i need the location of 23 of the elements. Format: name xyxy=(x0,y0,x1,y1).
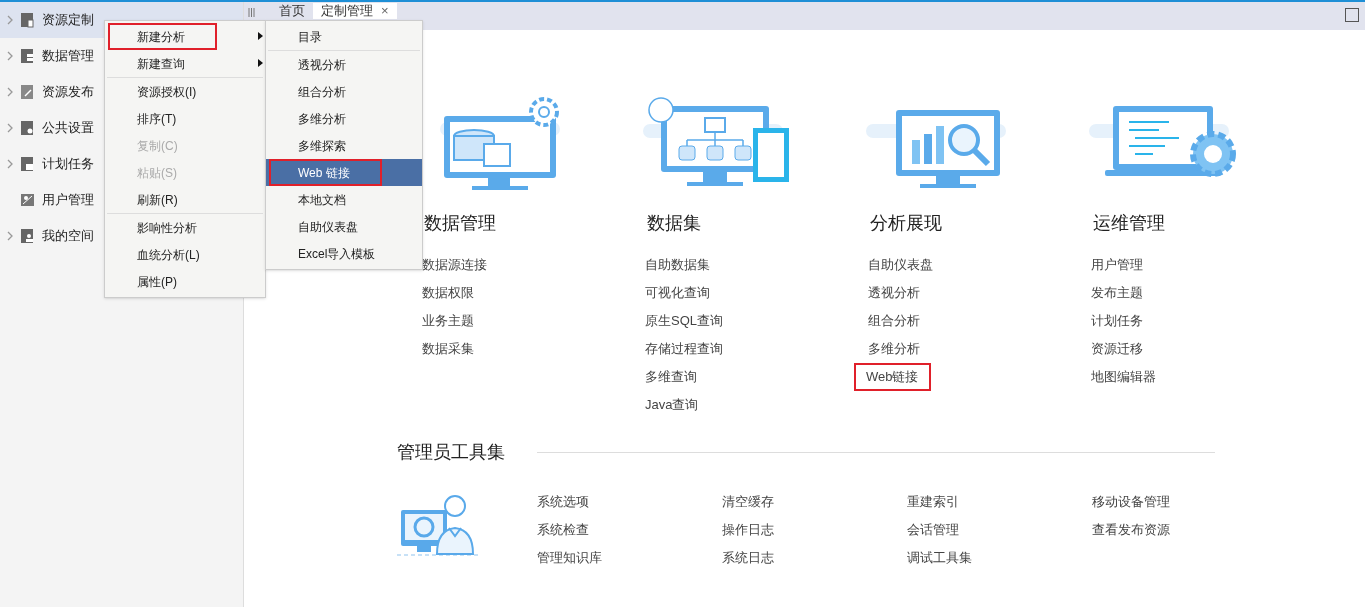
highlight-frame: 血统分析(L) xyxy=(108,241,232,268)
highlight-frame: 影响性分析 xyxy=(108,214,229,241)
section-title: 运维管理 xyxy=(1092,212,1165,235)
highlight-frame: Web 链接 xyxy=(269,159,382,186)
highlight-frame: 本地文档 xyxy=(269,186,378,213)
section-title: 管理员工具集 xyxy=(397,441,505,464)
section-title: 分析展现 xyxy=(869,212,942,235)
highlight-frame: 粘贴(S) xyxy=(108,159,209,186)
highlight-frame: 目录 xyxy=(269,23,354,50)
highlight-frame: 排序(T) xyxy=(108,105,209,132)
highlight-frame: 多维分析 xyxy=(269,105,378,132)
highlight-frame: 多维探索 xyxy=(269,132,378,159)
section-title: 数据集 xyxy=(646,212,701,235)
highlight-frame: 自助仪表盘 xyxy=(269,213,390,240)
highlight-frame: 资源授权(I) xyxy=(108,78,229,105)
highlight-frame: 新建查询 xyxy=(108,50,217,77)
section-title: 数据管理 xyxy=(423,212,496,235)
highlight-frame: 复制(C) xyxy=(108,132,210,159)
highlight-frame: 组合分析 xyxy=(269,78,378,105)
highlight-frame: 透视分析 xyxy=(269,51,378,78)
highlight-frame: 新建分析 xyxy=(108,23,217,50)
highlight-frame: 属性(P) xyxy=(108,268,209,295)
highlight-frame: 刷新(R) xyxy=(108,186,210,213)
